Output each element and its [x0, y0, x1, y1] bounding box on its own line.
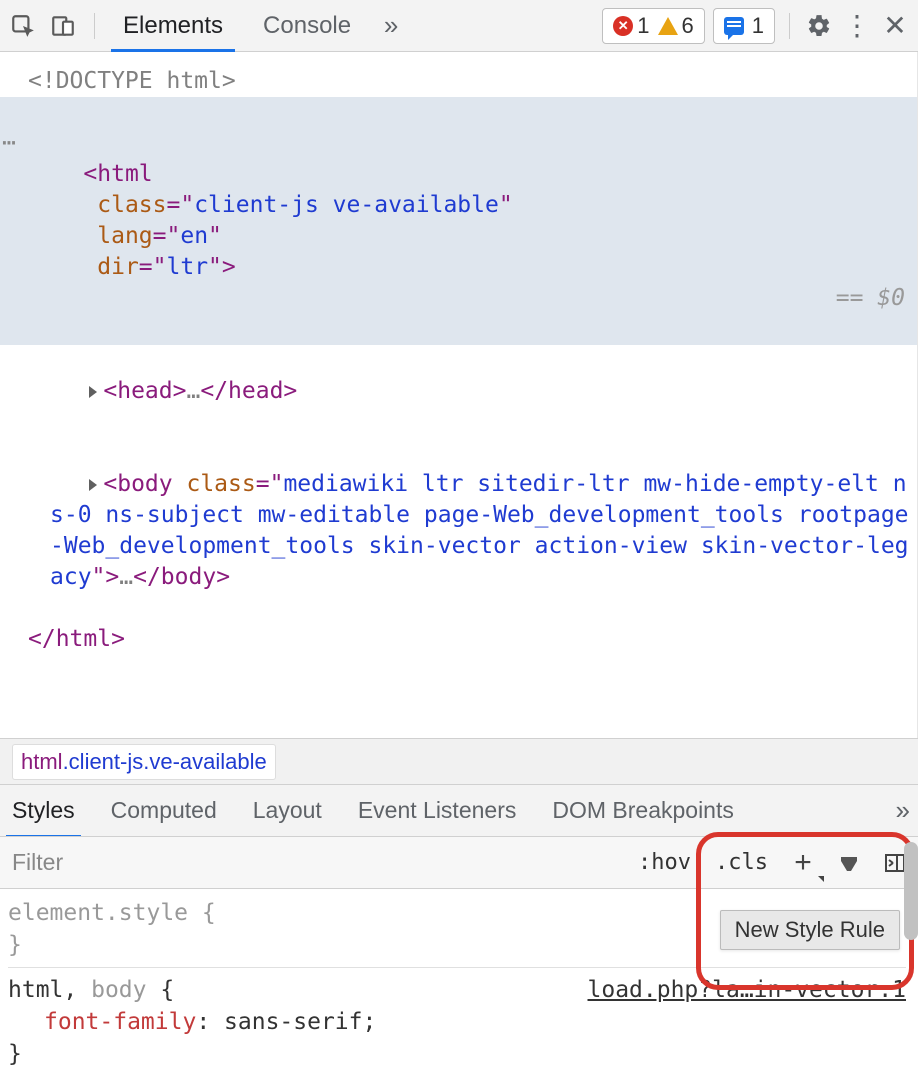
messages-badge[interactable]: 1: [713, 8, 775, 44]
subtab-styles[interactable]: Styles: [8, 785, 79, 836]
ellipsis-icon: ⋯: [2, 128, 16, 159]
toolbar-divider-2: [789, 13, 790, 39]
scrollbar-thumb[interactable]: [904, 842, 918, 940]
toolbar-divider: [94, 13, 95, 39]
close-devtools-icon[interactable]: ✕: [880, 11, 910, 41]
messages-count: 1: [752, 13, 764, 39]
expand-triangle-icon[interactable]: [89, 479, 97, 491]
errors-count: 1: [637, 13, 649, 39]
dom-body-element[interactable]: <body class="mediawiki ltr sitedir-ltr m…: [0, 438, 917, 624]
tab-console[interactable]: Console: [243, 0, 371, 51]
warning-icon: [658, 17, 678, 35]
more-subtabs-icon[interactable]: »: [896, 795, 910, 826]
rule-html-body[interactable]: load.php?la…in-vector:1 html, body { fon…: [8, 974, 906, 1070]
styles-pane-tabs: Styles Computed Layout Event Listeners D…: [0, 784, 918, 836]
warnings-count: 6: [682, 13, 694, 39]
errors-indicator: ✕ 1: [613, 13, 649, 39]
expand-triangle-icon[interactable]: [89, 386, 97, 398]
toolbar-right: ✕ 1 6 1 ⋮ ✕: [602, 8, 910, 44]
styles-filter-input[interactable]: [0, 837, 626, 888]
new-style-rule-tooltip: New Style Rule: [720, 910, 900, 950]
subtab-layout[interactable]: Layout: [249, 785, 326, 836]
kebab-menu-icon[interactable]: ⋮: [842, 11, 872, 41]
toolbar-left: [8, 11, 101, 41]
subtab-dom-breakpoints[interactable]: DOM Breakpoints: [548, 785, 738, 836]
message-icon: [724, 17, 744, 35]
settings-icon[interactable]: [804, 11, 834, 41]
rule-divider: [8, 967, 906, 968]
inspect-element-icon[interactable]: [8, 11, 38, 41]
hover-state-button[interactable]: :hov: [626, 837, 703, 888]
dom-breadcrumb: html.client-js.ve-available: [0, 738, 918, 784]
breadcrumb-item[interactable]: html.client-js.ve-available: [12, 744, 276, 780]
dom-doctype[interactable]: <!DOCTYPE html>: [0, 66, 917, 97]
subtab-computed[interactable]: Computed: [107, 785, 221, 836]
device-toolbar-icon[interactable]: [48, 11, 78, 41]
dom-html-close[interactable]: </html>: [0, 624, 917, 655]
devtools-toolbar: Elements Console » ✕ 1 6 1 ⋮ ✕: [0, 0, 918, 52]
dom-html-element[interactable]: ⋯ <html class="client-js ve-available" l…: [0, 97, 917, 345]
main-tabs: Elements Console »: [103, 0, 411, 51]
dom-head-element[interactable]: <head>…</head>: [0, 345, 917, 438]
selected-node-annotation: == $0: [836, 283, 905, 314]
new-style-rule-button[interactable]: +: [780, 837, 826, 888]
tab-elements[interactable]: Elements: [103, 0, 243, 51]
warnings-indicator: 6: [658, 13, 694, 39]
styles-format-icon[interactable]: [826, 837, 872, 888]
more-tabs-icon[interactable]: »: [371, 0, 411, 51]
styles-toolbar: :hov .cls +: [0, 836, 918, 888]
class-toggle-button[interactable]: .cls: [703, 837, 780, 888]
rule-source-link[interactable]: load.php?la…in-vector:1: [588, 974, 907, 1006]
elements-dom-tree[interactable]: <!DOCTYPE html> ⋯ <html class="client-js…: [0, 52, 918, 738]
subtab-event-listeners[interactable]: Event Listeners: [354, 785, 521, 836]
error-icon: ✕: [613, 16, 633, 36]
console-status-badge[interactable]: ✕ 1 6: [602, 8, 705, 44]
